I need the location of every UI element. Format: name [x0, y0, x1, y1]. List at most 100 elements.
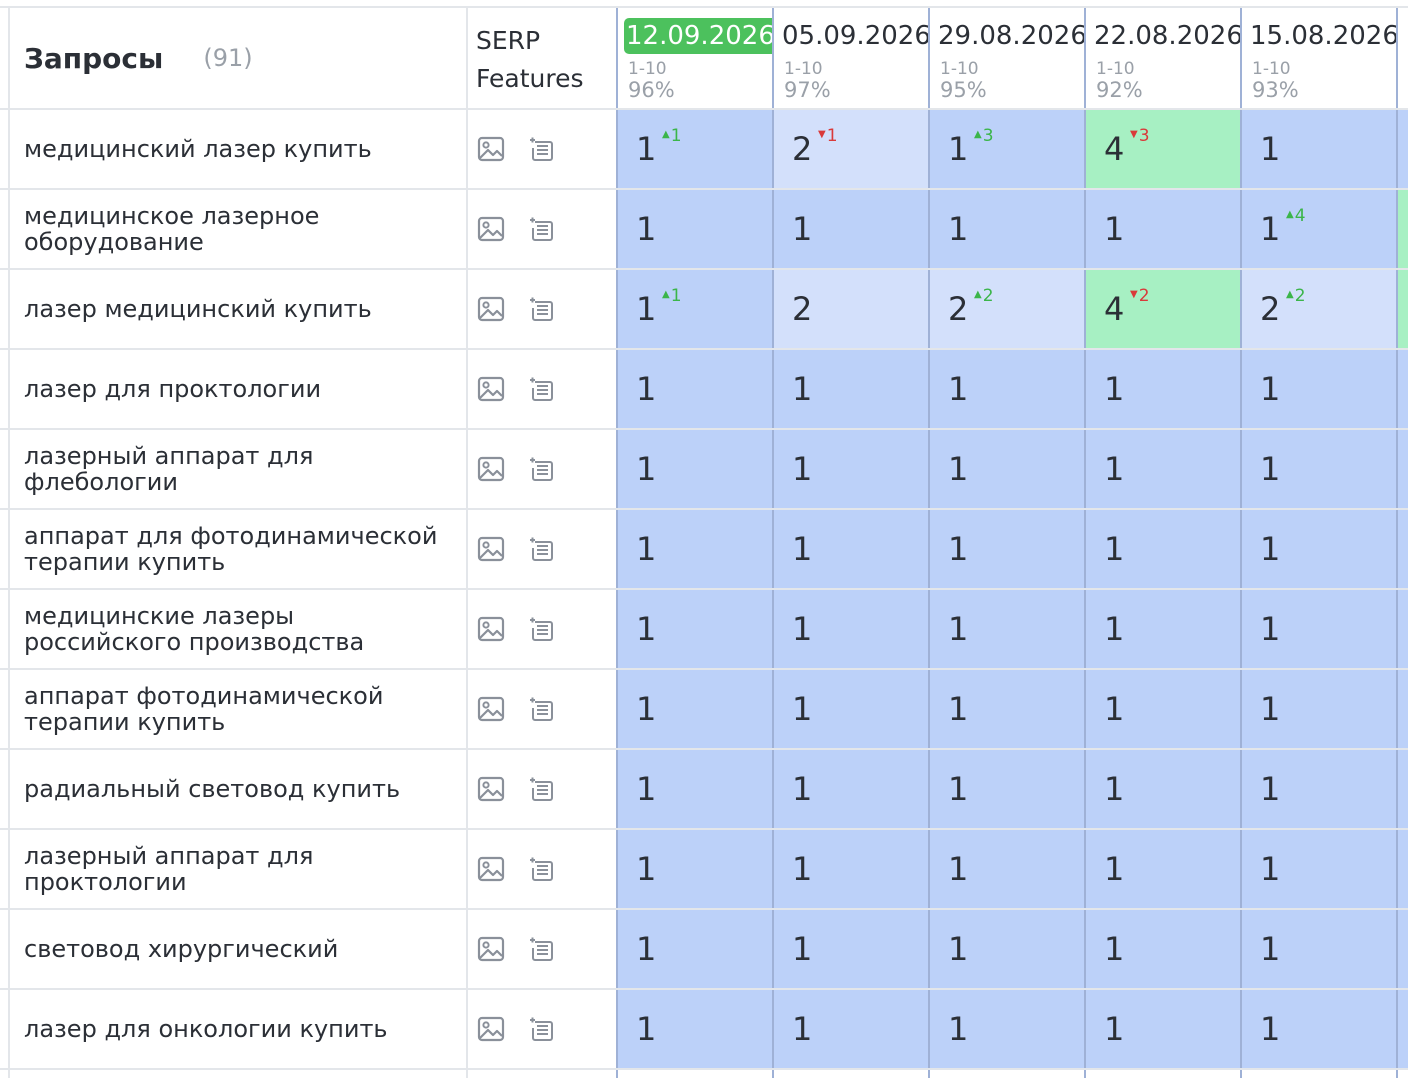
- snippet-icon[interactable]: [526, 694, 556, 724]
- image-icon[interactable]: [476, 134, 506, 164]
- query-text[interactable]: световод хирургический: [24, 910, 454, 988]
- query-text[interactable]: аппарат для фотодинамической терапии куп…: [24, 510, 454, 588]
- position-cell[interactable]: 1: [774, 750, 928, 828]
- position-cell[interactable]: 1: [618, 430, 772, 508]
- position-cell[interactable]: 1: [1086, 670, 1240, 748]
- snippet-icon[interactable]: [526, 374, 556, 404]
- image-icon[interactable]: [476, 294, 506, 324]
- queries-header[interactable]: Запросы (91): [8, 8, 466, 108]
- position-cell[interactable]: 1: [1242, 910, 1396, 988]
- position-cell[interactable]: 1: [618, 670, 772, 748]
- position-cell[interactable]: 1: [930, 670, 1084, 748]
- image-icon[interactable]: [476, 454, 506, 484]
- query-text[interactable]: радиальный световод купить: [24, 750, 454, 828]
- image-icon[interactable]: [476, 614, 506, 644]
- query-text[interactable]: лазерный аппарат для флебологии: [24, 430, 454, 508]
- image-icon[interactable]: [476, 534, 506, 564]
- position-cell[interactable]: 1: [774, 590, 928, 668]
- position-cell[interactable]: 1: [618, 510, 772, 588]
- date-column-header[interactable]: 22.08.2026 1-10 92%: [1086, 8, 1242, 108]
- snippet-icon[interactable]: [526, 934, 556, 964]
- image-icon[interactable]: [476, 694, 506, 724]
- image-icon[interactable]: [476, 374, 506, 404]
- position-cell[interactable]: 1: [774, 830, 928, 908]
- position-cell[interactable]: 1: [618, 590, 772, 668]
- position-cell[interactable]: 1: [930, 190, 1084, 268]
- position-cell[interactable]: 1: [1242, 990, 1396, 1068]
- position-cell[interactable]: 1: [618, 830, 772, 908]
- image-icon[interactable]: [476, 214, 506, 244]
- position-cell[interactable]: 1: [1086, 750, 1240, 828]
- date-column-header[interactable]: 15.08.2026 1-10 93%: [1242, 8, 1398, 108]
- date-column-header[interactable]: 05.09.2026 1-10 97%: [774, 8, 930, 108]
- query-text[interactable]: медицинский лазер купить: [24, 110, 454, 188]
- position-cell[interactable]: 1: [618, 190, 772, 268]
- position-cell[interactable]: 1: [1086, 350, 1240, 428]
- position-cell[interactable]: 1: [774, 430, 928, 508]
- image-icon[interactable]: [476, 934, 506, 964]
- query-text[interactable]: лазер для проктологии: [24, 350, 454, 428]
- position-cell[interactable]: 2 ▲2: [930, 270, 1084, 348]
- position-cell[interactable]: 1: [618, 750, 772, 828]
- snippet-icon[interactable]: [526, 854, 556, 884]
- position-cell[interactable]: 2 ▼1: [774, 110, 928, 188]
- snippet-icon[interactable]: [526, 534, 556, 564]
- position-cell[interactable]: 4 ▼3: [1086, 110, 1240, 188]
- image-icon[interactable]: [476, 774, 506, 804]
- date-column-header[interactable]: 29.08.2026 1-10 95%: [930, 8, 1086, 108]
- position-cell[interactable]: 1: [1242, 110, 1396, 188]
- snippet-icon[interactable]: [526, 774, 556, 804]
- snippet-icon[interactable]: [526, 1014, 556, 1044]
- position-cell[interactable]: 1: [1242, 350, 1396, 428]
- position-cell[interactable]: 1: [1086, 990, 1240, 1068]
- snippet-icon[interactable]: [526, 454, 556, 484]
- position-cell[interactable]: 1: [1242, 670, 1396, 748]
- position-cell[interactable]: 1: [618, 350, 772, 428]
- position-cell[interactable]: 1: [1086, 590, 1240, 668]
- position-cell[interactable]: 1: [1086, 910, 1240, 988]
- position-cell[interactable]: 1 ▲4: [1242, 190, 1396, 268]
- snippet-icon[interactable]: [526, 614, 556, 644]
- position-cell[interactable]: 1: [618, 910, 772, 988]
- position-cell[interactable]: 1: [618, 990, 772, 1068]
- position-cell[interactable]: 1: [1086, 190, 1240, 268]
- image-icon[interactable]: [476, 854, 506, 884]
- position-cell[interactable]: 1: [1242, 590, 1396, 668]
- position-cell[interactable]: 1 ▲1: [618, 110, 772, 188]
- position-cell[interactable]: 1: [1242, 510, 1396, 588]
- position-cell[interactable]: 1: [774, 510, 928, 588]
- position-cell[interactable]: 1 ▲3: [930, 110, 1084, 188]
- position-cell[interactable]: 1: [930, 510, 1084, 588]
- query-text[interactable]: медицинское лазерное оборудование: [24, 190, 454, 268]
- snippet-icon[interactable]: [526, 294, 556, 324]
- position-cell[interactable]: 4 ▼2: [1086, 270, 1240, 348]
- position-cell[interactable]: 1: [774, 910, 928, 988]
- query-text[interactable]: лазер медицинский купить: [24, 270, 454, 348]
- position-cell[interactable]: 1: [930, 910, 1084, 988]
- position-cell[interactable]: 1: [774, 190, 928, 268]
- position-cell[interactable]: 1: [930, 990, 1084, 1068]
- date-column-header[interactable]: 12.09.2026 1-10 96%: [618, 8, 774, 108]
- position-cell[interactable]: 1: [930, 750, 1084, 828]
- image-icon[interactable]: [476, 1014, 506, 1044]
- position-cell[interactable]: 1: [930, 830, 1084, 908]
- position-cell[interactable]: 1: [930, 590, 1084, 668]
- snippet-icon[interactable]: [526, 134, 556, 164]
- position-cell[interactable]: 1: [930, 430, 1084, 508]
- position-cell[interactable]: 2: [774, 270, 928, 348]
- position-cell[interactable]: 2 ▲2: [1242, 270, 1396, 348]
- position-cell[interactable]: 1: [1242, 830, 1396, 908]
- position-cell[interactable]: 1: [774, 670, 928, 748]
- query-text[interactable]: лазер для онкологии купить: [24, 990, 454, 1068]
- position-cell[interactable]: 1: [774, 350, 928, 428]
- query-text[interactable]: лазерный аппарат для проктологии: [24, 830, 454, 908]
- snippet-icon[interactable]: [526, 214, 556, 244]
- position-cell[interactable]: 1: [1242, 750, 1396, 828]
- position-cell[interactable]: 1: [930, 350, 1084, 428]
- position-cell[interactable]: 1: [774, 990, 928, 1068]
- position-cell[interactable]: 1: [1242, 430, 1396, 508]
- query-text[interactable]: медицинские лазеры российского производс…: [24, 590, 454, 668]
- position-cell[interactable]: 1: [1086, 430, 1240, 508]
- position-cell[interactable]: 1: [1086, 830, 1240, 908]
- position-cell[interactable]: 1: [1086, 510, 1240, 588]
